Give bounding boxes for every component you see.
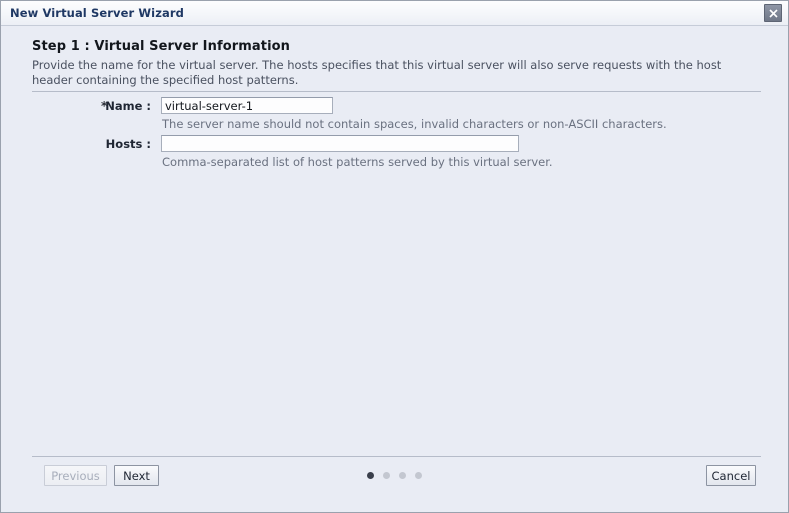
step-dot-2 xyxy=(383,472,390,479)
step-description: Provide the name for the virtual server.… xyxy=(32,58,722,87)
hosts-field-label: Hosts : xyxy=(105,137,151,151)
close-icon xyxy=(768,8,779,19)
window-titlebar: New Virtual Server Wizard xyxy=(1,1,788,26)
previous-button[interactable]: Previous xyxy=(44,465,107,486)
step-dot-1 xyxy=(367,472,374,479)
step-dot-3 xyxy=(399,472,406,479)
step-dot-4 xyxy=(415,472,422,479)
header-divider xyxy=(32,91,761,92)
cancel-button[interactable]: Cancel xyxy=(706,465,756,486)
hosts-field-hint: Comma-separated list of host patterns se… xyxy=(162,155,553,169)
next-button[interactable]: Next xyxy=(114,465,159,486)
wizard-body: Step 1 : Virtual Server Information Prov… xyxy=(1,27,788,512)
new-virtual-server-wizard-window: New Virtual Server Wizard Step 1 : Virtu… xyxy=(0,0,789,513)
step-title: Step 1 : Virtual Server Information xyxy=(32,39,291,54)
name-field-label: Name : xyxy=(105,99,151,113)
name-input[interactable] xyxy=(161,97,333,114)
close-button[interactable] xyxy=(764,4,782,22)
hosts-input[interactable] xyxy=(161,135,519,152)
name-field-hint: The server name should not contain space… xyxy=(162,117,667,131)
footer-divider xyxy=(32,456,761,457)
wizard-footer: Previous Next Cancel xyxy=(1,465,788,493)
window-title: New Virtual Server Wizard xyxy=(10,6,184,20)
